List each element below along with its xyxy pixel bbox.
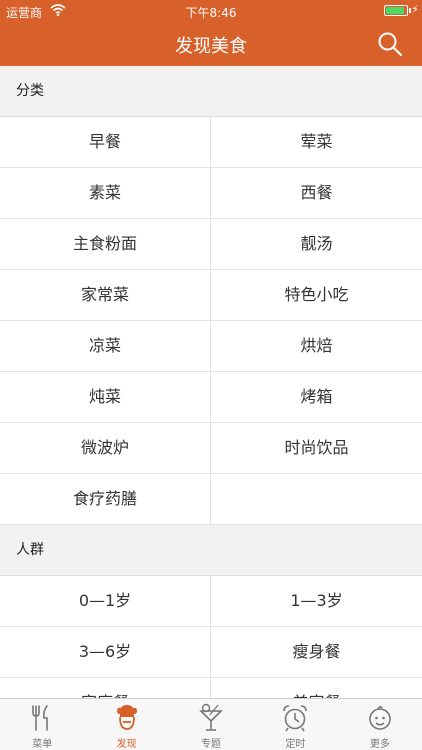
category-cell[interactable]: 1—3岁 <box>211 576 422 627</box>
charging-bolt-icon: ⚡ <box>411 3 419 16</box>
fork-knife-icon <box>32 705 49 731</box>
category-cell[interactable]: 家庭餐 <box>0 678 211 698</box>
chef-icon <box>116 705 137 730</box>
category-cell[interactable]: 家常菜 <box>0 270 211 321</box>
tab-label: 菜单 <box>32 739 53 750</box>
tab-4[interactable]: 更多 <box>338 699 422 750</box>
category-cell[interactable]: 素菜 <box>0 168 211 219</box>
tab-0[interactable]: 菜单 <box>0 699 84 750</box>
search-icon[interactable] <box>376 30 404 58</box>
section-header: 人群 <box>0 525 422 576</box>
tab-2[interactable]: 专题 <box>169 699 253 750</box>
category-cell[interactable]: 食疗药膳 <box>0 474 211 525</box>
category-cell[interactable]: 荤菜 <box>211 117 422 168</box>
tab-bar: 菜单 发现 专题 定时 更多 <box>0 698 422 750</box>
status-bar: 运营商 下午8:46 ⚡ <box>0 0 422 22</box>
category-cell[interactable]: 靓汤 <box>211 219 422 270</box>
status-time: 下午8:46 <box>185 6 237 20</box>
tab-label: 专题 <box>201 739 222 750</box>
cocktail-icon <box>199 703 223 731</box>
category-cell[interactable]: 0—1岁 <box>0 576 211 627</box>
battery-level <box>386 7 404 14</box>
category-cell[interactable]: 烤箱 <box>211 372 422 423</box>
battery-icon <box>384 5 408 16</box>
tab-label: 更多 <box>369 739 390 750</box>
category-cell[interactable]: 西餐 <box>211 168 422 219</box>
alarm-clock-icon <box>283 705 308 732</box>
category-cell[interactable]: 时尚饮品 <box>211 423 422 474</box>
baby-face-icon <box>369 705 391 730</box>
nav-bar: 发现美食 <box>0 22 422 66</box>
category-cell[interactable]: 凉菜 <box>0 321 211 372</box>
section-grid: 早餐 荤菜 素菜 西餐 主食粉面 靓汤 家常菜 特色小吃 凉菜 烘焙 炖菜 烤箱 微波炉 时尚饮品 食疗药膳 <box>0 117 422 525</box>
category-cell[interactable]: 美容餐 <box>211 678 422 698</box>
category-cell[interactable]: 微波炉 <box>0 423 211 474</box>
category-cell <box>211 474 422 525</box>
tab-3[interactable]: 定时 <box>253 699 337 750</box>
section-header: 分类 <box>0 66 422 117</box>
category-cell[interactable]: 3—6岁 <box>0 627 211 678</box>
tab-1[interactable]: 发现 <box>84 699 168 750</box>
section-grid: 0—1岁1—3岁3—6岁瘦身餐家庭餐美容餐 <box>0 576 422 698</box>
tab-label: 发现 <box>116 739 137 750</box>
category-cell[interactable]: 主食粉面 <box>0 219 211 270</box>
category-list[interactable]: 分类 早餐 荤菜 素菜 西餐 主食粉面 靓汤 家常菜 特色小吃 凉菜 烘焙 炖菜 烤箱 微波炉 时尚饮品 食疗… <box>0 66 422 698</box>
page-title: 发现美食 <box>175 36 247 57</box>
category-cell[interactable]: 特色小吃 <box>211 270 422 321</box>
tab-label: 定时 <box>285 739 306 750</box>
category-cell[interactable]: 早餐 <box>0 117 211 168</box>
category-cell[interactable]: 炖菜 <box>0 372 211 423</box>
category-cell[interactable]: 瘦身餐 <box>211 627 422 678</box>
category-cell[interactable]: 烘焙 <box>211 321 422 372</box>
